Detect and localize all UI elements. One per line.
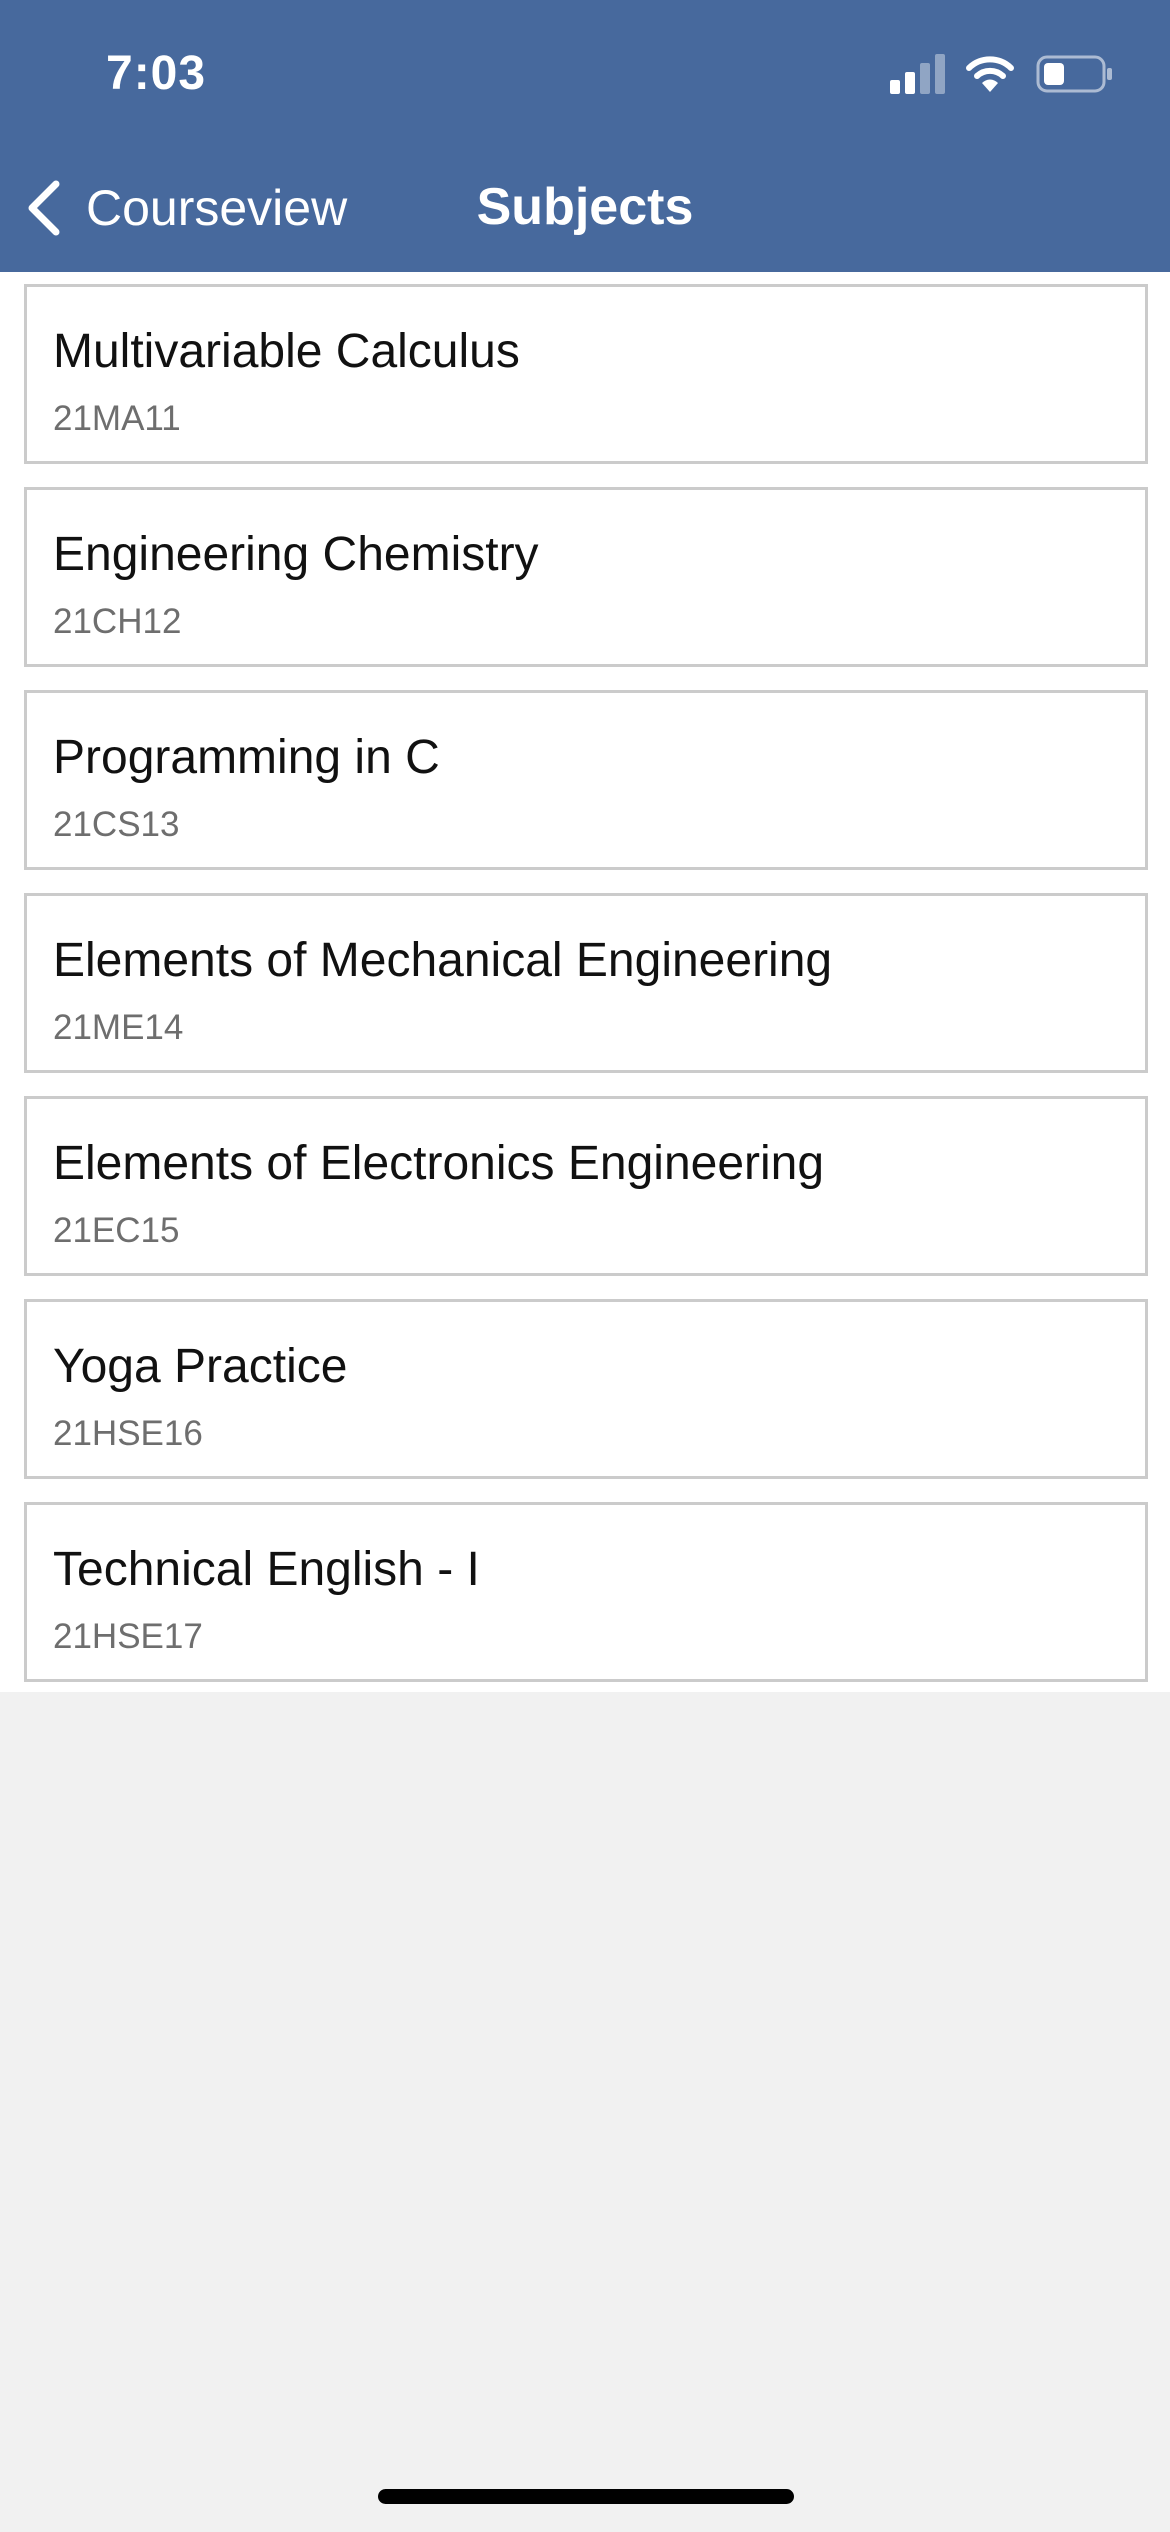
subject-name: Yoga Practice [53, 1340, 348, 1393]
cellular-signal-icon [890, 54, 945, 94]
wifi-icon [966, 56, 1014, 92]
app-header: 7:03 Courseview Subjects [0, 0, 1170, 272]
subject-name: Engineering Chemistry [53, 528, 539, 581]
subject-name: Technical English - I [53, 1543, 480, 1596]
status-icons [890, 52, 1114, 96]
subject-list: Multivariable Calculus 21MA11 Engineerin… [0, 272, 1170, 1692]
subject-code: 21ME14 [53, 1008, 184, 1047]
subject-card[interactable]: Technical English - I 21HSE17 [24, 1502, 1148, 1682]
subject-card[interactable]: Yoga Practice 21HSE16 [24, 1299, 1148, 1479]
subject-name: Elements of Electronics Engineering [53, 1137, 825, 1190]
subject-name: Elements of Mechanical Engineering [53, 934, 833, 987]
subject-code: 21HSE16 [53, 1414, 203, 1453]
subject-card[interactable]: Elements of Mechanical Engineering 21ME1… [24, 893, 1148, 1073]
home-indicator[interactable] [378, 2489, 794, 2504]
status-time: 7:03 [106, 47, 207, 100]
subject-card[interactable]: Engineering Chemistry 21CH12 [24, 487, 1148, 667]
subject-code: 21EC15 [53, 1211, 180, 1250]
subject-code: 21MA11 [53, 399, 181, 438]
subject-code: 21CH12 [53, 602, 182, 641]
subject-name: Programming in C [53, 731, 440, 784]
page-title: Subjects [476, 178, 694, 236]
subject-code: 21HSE17 [53, 1617, 203, 1656]
subject-name: Multivariable Calculus [53, 325, 520, 378]
subject-code: 21CS13 [53, 805, 180, 844]
subject-card[interactable]: Programming in C 21CS13 [24, 690, 1148, 870]
battery-icon [1036, 55, 1112, 93]
subject-card[interactable]: Multivariable Calculus 21MA11 [24, 284, 1148, 464]
subject-card[interactable]: Elements of Electronics Engineering 21EC… [24, 1096, 1148, 1276]
